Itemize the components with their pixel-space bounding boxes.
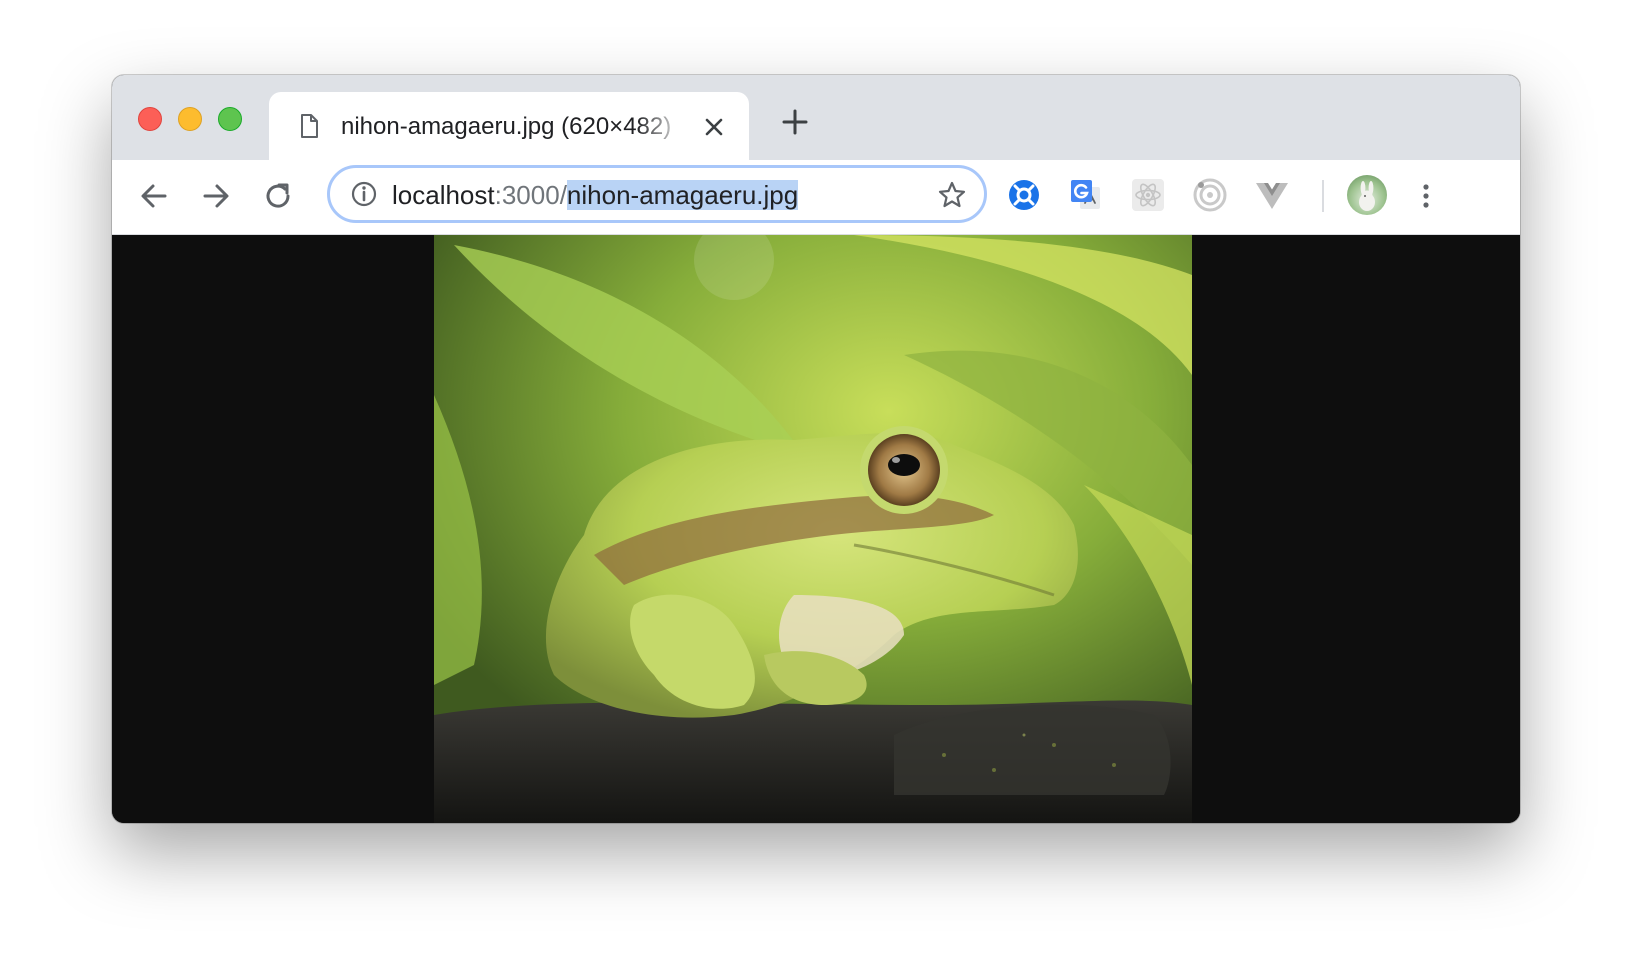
tab-title: nihon-amagaeru.jpg (620×482) bbox=[341, 113, 672, 140]
google-translate-extension-icon[interactable] bbox=[1066, 175, 1106, 215]
frog-photo bbox=[434, 235, 1192, 823]
info-icon[interactable] bbox=[350, 180, 378, 208]
arrow-right-icon[interactable] bbox=[198, 178, 234, 214]
blue-compass-extension-icon[interactable] bbox=[1004, 175, 1044, 215]
zoom-window-button[interactable] bbox=[218, 107, 242, 131]
minimize-window-button[interactable] bbox=[178, 107, 202, 131]
toolbar: localhost:3000/nihon-amagaeru.jpg bbox=[112, 160, 1520, 235]
address-bar[interactable]: localhost:3000/nihon-amagaeru.jpg bbox=[327, 165, 987, 223]
close-window-button[interactable] bbox=[138, 107, 162, 131]
close-icon[interactable] bbox=[701, 114, 727, 140]
tab-strip: nihon-amagaeru.jpg (620×482) bbox=[112, 75, 1520, 160]
react-devtools-extension-icon[interactable] bbox=[1128, 175, 1168, 215]
url-path-selected: nihon-amagaeru.jpg bbox=[566, 180, 799, 210]
reload-icon[interactable] bbox=[260, 178, 296, 214]
kebab-menu-icon[interactable] bbox=[1408, 178, 1444, 214]
url-text[interactable]: localhost:3000/nihon-amagaeru.jpg bbox=[392, 178, 799, 212]
target-extension-icon[interactable] bbox=[1190, 175, 1230, 215]
file-icon bbox=[301, 114, 318, 138]
image-viewer bbox=[112, 235, 1520, 823]
profile-avatar[interactable] bbox=[1347, 175, 1387, 215]
url-host: localhost bbox=[392, 180, 495, 210]
profile-avatar-image bbox=[1359, 181, 1375, 211]
browser-window: nihon-amagaeru.jpg (620×482) localhost:3… bbox=[112, 75, 1520, 823]
arrow-left-icon[interactable] bbox=[136, 178, 172, 214]
frog-image[interactable] bbox=[434, 235, 1192, 823]
toolbar-divider bbox=[1322, 180, 1324, 212]
plus-icon[interactable] bbox=[780, 107, 810, 137]
vue-devtools-extension-icon[interactable] bbox=[1252, 175, 1292, 215]
tab-active[interactable]: nihon-amagaeru.jpg (620×482) bbox=[269, 92, 749, 160]
star-icon[interactable] bbox=[936, 179, 968, 211]
url-port: :3000/ bbox=[494, 180, 567, 210]
